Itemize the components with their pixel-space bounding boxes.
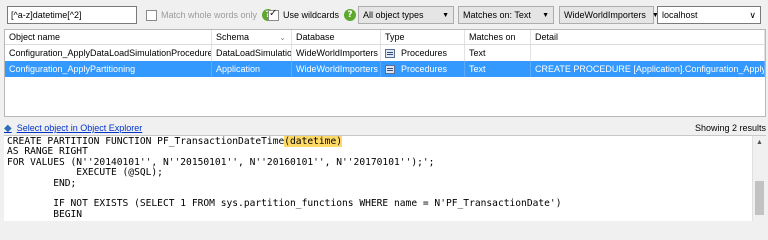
chevron-down-icon: ▼ bbox=[442, 11, 449, 19]
cell-database: WideWorldImporters bbox=[292, 45, 381, 61]
procedure-icon bbox=[385, 64, 395, 74]
match-whole-words-label: Match whole words only bbox=[161, 10, 258, 20]
server-value: localhost bbox=[662, 10, 698, 20]
cell-type: Procedures bbox=[381, 61, 465, 77]
match-whole-words-checkbox[interactable] bbox=[146, 9, 157, 21]
code-line: EXECUTE (@SQL); bbox=[7, 167, 163, 179]
matches-on-value: Matches on: Text bbox=[463, 10, 531, 20]
sort-down-icon: ⌄ bbox=[279, 32, 286, 42]
column-header-type[interactable]: Type bbox=[381, 30, 465, 44]
code-line: END; bbox=[7, 177, 77, 189]
code-preview[interactable]: CREATE PARTITION FUNCTION PF_Transaction… bbox=[4, 135, 766, 221]
database-dropdown[interactable]: WideWorldImporters ▼ bbox=[559, 6, 659, 24]
object-types-value: All object types bbox=[363, 10, 424, 20]
code-line: IF NOT EXISTS (SELECT 1 FROM sys.partiti… bbox=[7, 198, 562, 210]
results-grid: Object name Schema ⌄ Database Type Match… bbox=[4, 29, 766, 117]
table-row-selected[interactable]: Configuration_ApplyPartitioning Applicat… bbox=[5, 61, 765, 77]
match-whole-words-option[interactable]: Match whole words only ? bbox=[146, 6, 275, 24]
cell-schema: Application bbox=[212, 61, 292, 77]
cell-type-label: Procedures bbox=[401, 64, 448, 74]
cell-matches-on: Text bbox=[465, 61, 531, 77]
column-header-object-name[interactable]: Object name bbox=[5, 30, 212, 44]
use-wildcards-checkbox[interactable] bbox=[268, 8, 279, 21]
code-line: BEGIN bbox=[7, 208, 83, 220]
server-dropdown[interactable]: localhost ∨ bbox=[657, 6, 761, 24]
cell-detail bbox=[531, 45, 765, 61]
column-header-schema[interactable]: Schema ⌄ bbox=[212, 30, 292, 44]
code-line: CREATE PARTITION FUNCTION PF_Transaction… bbox=[7, 136, 285, 147]
cell-schema: DataLoadSimulation bbox=[212, 45, 292, 61]
object-types-dropdown[interactable]: All object types ▼ bbox=[358, 6, 454, 24]
procedure-icon bbox=[385, 48, 395, 58]
scroll-up-icon[interactable]: ▲ bbox=[756, 139, 763, 146]
use-wildcards-option[interactable]: Use wildcards ? bbox=[268, 6, 357, 24]
matches-on-dropdown[interactable]: Matches on: Text ▼ bbox=[458, 6, 554, 24]
cell-type: Procedures bbox=[381, 45, 465, 61]
column-header-database[interactable]: Database bbox=[292, 30, 381, 44]
cell-database: WideWorldImporters bbox=[292, 61, 381, 77]
cell-matches-on: Text bbox=[465, 45, 531, 61]
toolbar: [^a-z]datetime[^2] Match whole words onl… bbox=[0, 0, 768, 29]
search-input[interactable]: [^a-z]datetime[^2] bbox=[7, 6, 137, 24]
cell-object-name: Configuration_ApplyDataLoadSimulationPro… bbox=[5, 45, 212, 61]
select-in-object-explorer-label: Select object in Object Explorer bbox=[16, 123, 143, 133]
chevron-down-icon: ▼ bbox=[542, 11, 549, 19]
grid-header: Object name Schema ⌄ Database Type Match… bbox=[5, 30, 765, 45]
cell-type-label: Procedures bbox=[401, 48, 448, 58]
cell-object-name: Configuration_ApplyPartitioning bbox=[5, 61, 212, 77]
vertical-scrollbar[interactable]: ▲ bbox=[752, 136, 766, 221]
column-header-schema-label: Schema bbox=[216, 32, 250, 42]
select-in-object-explorer-link[interactable]: ◆ Select object in Object Explorer bbox=[4, 123, 142, 134]
cell-detail: CREATE PROCEDURE [Application].Configura… bbox=[531, 61, 765, 77]
code-text: CREATE PARTITION FUNCTION PF_Transaction… bbox=[4, 136, 766, 220]
status-bar: ◆ Select object in Object Explorer Showi… bbox=[4, 121, 766, 135]
database-value: WideWorldImporters bbox=[564, 10, 646, 20]
search-highlight: (datetime) bbox=[284, 136, 343, 147]
table-row[interactable]: Configuration_ApplyDataLoadSimulationPro… bbox=[5, 45, 765, 61]
chevron-down-icon: ∨ bbox=[749, 9, 756, 20]
code-line: FOR VALUES (N''20140101'', N''20150101''… bbox=[7, 156, 435, 168]
column-header-matches-on[interactable]: Matches on bbox=[465, 30, 531, 44]
scrollbar-thumb[interactable] bbox=[755, 181, 764, 215]
column-header-detail[interactable]: Detail bbox=[531, 30, 765, 44]
results-count: Showing 2 results bbox=[694, 123, 766, 133]
help-icon[interactable]: ? bbox=[344, 9, 357, 21]
use-wildcards-label: Use wildcards bbox=[283, 10, 340, 20]
code-line: AS RANGE RIGHT bbox=[7, 146, 88, 158]
object-explorer-icon: ◆ bbox=[4, 122, 12, 134]
